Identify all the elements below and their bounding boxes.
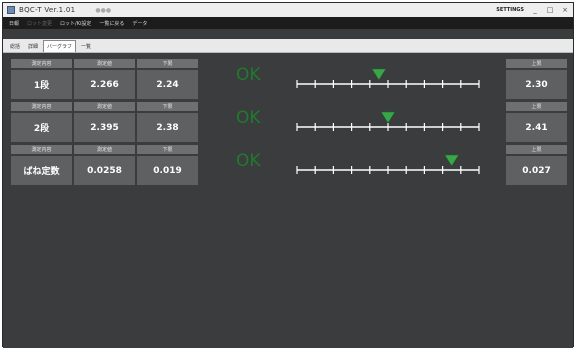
lower-limit-header: 下限 bbox=[137, 145, 198, 154]
upper-limit-header: 上限 bbox=[506, 59, 567, 68]
app-icon bbox=[7, 6, 15, 14]
item-cell: 測定内容 ばね定数 bbox=[11, 145, 72, 185]
settings-button[interactable]: SETTINGS bbox=[496, 7, 524, 13]
maximize-icon[interactable]: □ bbox=[546, 6, 554, 14]
item-value: 2段 bbox=[11, 113, 72, 142]
minimize-icon[interactable]: _ bbox=[531, 6, 539, 14]
item-header: 測定内容 bbox=[11, 59, 72, 68]
item-header: 測定内容 bbox=[11, 102, 72, 111]
measured-header: 測定値 bbox=[74, 145, 135, 154]
gauge-scale bbox=[296, 111, 480, 131]
upper-limit-value: 2.30 bbox=[506, 70, 567, 99]
ok-status: OK bbox=[236, 65, 261, 85]
measured-cell: 測定値 2.266 bbox=[74, 59, 135, 99]
gauge-scale bbox=[296, 68, 480, 88]
lower-limit-header: 下限 bbox=[137, 59, 198, 68]
measured-header: 測定値 bbox=[74, 102, 135, 111]
menu-item-lot-settings[interactable]: ロット/Ki設定 bbox=[60, 20, 91, 27]
measured-cell: 測定値 0.0258 bbox=[74, 145, 135, 185]
gauge-scale bbox=[296, 154, 480, 174]
measurement-row: 測定内容 2段 測定値 2.395 下限 2.38 OK 上限 2.41 bbox=[11, 102, 567, 142]
bar-graph-panel: 測定内容 1段 測定値 2.266 下限 2.24 OK 上限 2.30 測定内… bbox=[3, 54, 573, 348]
upper-limit-header: 上限 bbox=[506, 102, 567, 111]
measured-cell: 測定値 2.395 bbox=[74, 102, 135, 142]
range-gauge bbox=[293, 110, 483, 134]
lower-limit-header: 下限 bbox=[137, 102, 198, 111]
measured-header: 測定値 bbox=[74, 59, 135, 68]
upper-limit-cell: 上限 2.30 bbox=[506, 59, 567, 99]
menu-item-back-to-list[interactable]: 一覧に戻る bbox=[99, 20, 124, 27]
upper-limit-value: 2.41 bbox=[506, 113, 567, 142]
close-icon[interactable]: × bbox=[561, 6, 569, 14]
range-gauge bbox=[293, 67, 483, 91]
menu-item-data[interactable]: データ bbox=[132, 20, 147, 27]
upper-limit-cell: 上限 2.41 bbox=[506, 102, 567, 142]
ok-status: OK bbox=[236, 151, 261, 171]
upper-limit-header: 上限 bbox=[506, 145, 567, 154]
item-header: 測定内容 bbox=[11, 145, 72, 154]
measurement-row: 測定内容 ばね定数 測定値 0.0258 下限 0.019 OK 上限 0.02… bbox=[11, 145, 567, 185]
tab-detail[interactable]: 詳細 bbox=[25, 41, 41, 52]
window-subtitle: ●●● bbox=[95, 6, 112, 14]
measured-value: 2.266 bbox=[74, 70, 135, 99]
menu-item-lot-change[interactable]: ロット変更 bbox=[27, 20, 52, 27]
lower-limit-cell: 下限 2.38 bbox=[137, 102, 198, 142]
menu-item-daily-report[interactable]: 日報 bbox=[9, 20, 19, 27]
tab-bar-graph[interactable]: バーグラフ bbox=[43, 40, 77, 52]
lower-limit-value: 2.38 bbox=[137, 113, 198, 142]
gauge-marker-icon bbox=[444, 154, 460, 167]
lower-limit-cell: 下限 0.019 bbox=[137, 145, 198, 185]
item-value: 1段 bbox=[11, 70, 72, 99]
menu-bar: 日報 ロット変更 ロット/Ki設定 一覧に戻る データ bbox=[3, 17, 573, 29]
measured-value: 0.0258 bbox=[74, 156, 135, 185]
lower-limit-value: 2.24 bbox=[137, 70, 198, 99]
title-bar: BQC-T Ver.1.01 ●●● SETTINGS _ □ × bbox=[3, 3, 573, 17]
gauge-marker-icon bbox=[380, 111, 396, 124]
tab-summary[interactable]: 総括 bbox=[7, 41, 23, 52]
tab-bar: 総括 詳細 バーグラフ 一覧 bbox=[3, 39, 573, 53]
measured-value: 2.395 bbox=[74, 113, 135, 142]
ok-status: OK bbox=[236, 108, 261, 128]
tab-list[interactable]: 一覧 bbox=[78, 41, 94, 52]
item-cell: 測定内容 1段 bbox=[11, 59, 72, 99]
upper-limit-value: 0.027 bbox=[506, 156, 567, 185]
app-window: BQC-T Ver.1.01 ●●● SETTINGS _ □ × 日報 ロット… bbox=[2, 2, 574, 348]
item-cell: 測定内容 2段 bbox=[11, 102, 72, 142]
lower-limit-cell: 下限 2.24 bbox=[137, 59, 198, 99]
range-gauge bbox=[293, 153, 483, 177]
item-value: ばね定数 bbox=[11, 156, 72, 185]
window-title: BQC-T Ver.1.01 bbox=[19, 6, 76, 14]
upper-limit-cell: 上限 0.027 bbox=[506, 145, 567, 185]
gauge-marker-icon bbox=[371, 68, 387, 81]
measurement-row: 測定内容 1段 測定値 2.266 下限 2.24 OK 上限 2.30 bbox=[11, 59, 567, 99]
lower-limit-value: 0.019 bbox=[137, 156, 198, 185]
